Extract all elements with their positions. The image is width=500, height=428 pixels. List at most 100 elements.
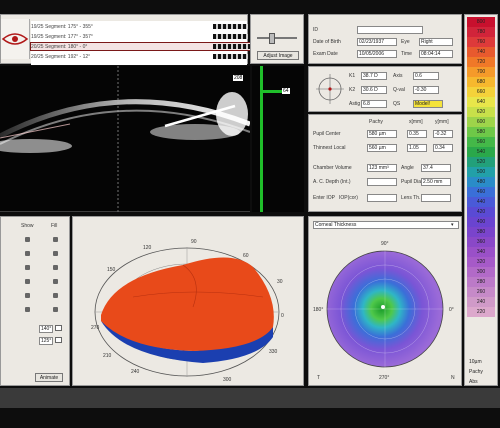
pupil-x-field[interactable]: 0.35 [407,130,427,138]
show-toggle[interactable] [25,307,30,312]
legend-swatch: 760 [467,37,495,47]
color-map-view[interactable]: Corneal Thickness ▾ 90° 180° 0° 270° T N [308,216,462,386]
rotation-x-spinner[interactable]: 140° [39,325,53,333]
k2-field[interactable]: 30.6 D [361,86,387,94]
legend-swatch: 480 [467,177,495,187]
show-toggle[interactable] [25,237,30,242]
svg-text:0°: 0° [449,307,454,313]
iop-field[interactable] [367,194,397,202]
legend-mode: Pachy [469,369,483,375]
chamber-volume-field[interactable]: 123 mm³ [367,164,397,172]
pupil-y-field[interactable]: -0.32 [433,130,453,138]
time-field[interactable]: 08:04:14 [419,50,453,58]
scheimpflug-image[interactable]: 208 [0,66,250,212]
show-toggle[interactable] [25,265,30,270]
axis-tick: 270 [91,325,100,331]
legend-swatch: 740 [467,47,495,57]
fill-toggle[interactable] [53,279,58,284]
color-scale: 800 780 760 740 720 700 680 660 640 620 600 580 560 5… [467,17,495,317]
brightness-slider[interactable] [257,37,297,39]
segment-row[interactable]: 19/25 Segment: 175° - 355° [31,23,261,30]
color-scale-legend: 800 780 760 740 720 700 680 660 640 620 600 580 560 5… [464,14,498,386]
keratometry-panel: K1 38.7 D Axis 0.6 K2 30.6 D Q-val -0.30… [308,66,462,112]
fill-toggle[interactable] [53,293,58,298]
three-d-view[interactable]: 90 120 60 150 30 0 330 270 240 300 210 [72,216,304,386]
acd-field[interactable] [367,178,397,186]
axis-tick: 30 [277,279,283,285]
segment-list-panel: 19/25 Segment: 175° - 355° 19/25 Segment: … [0,14,262,65]
qval-field[interactable]: -0.30 [413,86,439,94]
legend-swatch: 380 [467,227,495,237]
layer-options-panel: Show Fill 140° 125° Animate [0,216,70,386]
legend-swatch: 720 [467,57,495,67]
axis-tick: 210 [103,353,112,359]
eye-field[interactable]: Right [419,38,453,46]
legend-swatch: 500 [467,167,495,177]
legend-swatch: 680 [467,77,495,87]
legend-swatch: 580 [467,127,495,137]
axis-tick: 330 [269,349,278,355]
fill-toggle[interactable] [53,237,58,242]
pupil-pachy-field[interactable]: 580 µm [367,130,397,138]
scan-badge: 208 [233,75,244,81]
legend-swatch: 260 [467,287,495,297]
id-field[interactable] [357,26,423,34]
legend-swatch: 660 [467,87,495,97]
dob-field[interactable]: 02/23/1937 [357,38,397,46]
axis-tick: 240 [131,369,140,375]
legend-swatch: 640 [467,97,495,107]
axis-tick: 60 [243,253,249,259]
chevron-down-icon[interactable]: ▾ [451,222,454,228]
legend-swatch: 240 [467,297,495,307]
pupil-dia-field[interactable]: 2.50 mm [421,178,451,186]
rotation-y-stepper[interactable] [55,337,62,343]
legend-swatch: 400 [467,217,495,227]
segment-row[interactable]: 20/25 Segment: 192° - 12° [31,53,261,60]
display-type-select[interactable]: Corneal Thickness [313,221,459,229]
svg-text:N: N [451,375,455,381]
thinnest-y-field[interactable]: 0.34 [433,144,453,152]
legend-swatch: 780 [467,27,495,37]
thinnest-pachy-field[interactable]: 560 µm [367,144,397,152]
rotation-x-stepper[interactable] [55,325,62,331]
legend-swatch: 320 [467,257,495,267]
legend-swatch: 280 [467,277,495,287]
legend-swatch: 220 [467,307,495,317]
segment-row-selected[interactable]: 20/25 Segment: 180° - 0° [30,42,262,51]
legend-swatch: 560 [467,137,495,147]
animate-button[interactable]: Animate [35,373,63,382]
segment-row[interactable]: 19/25 Segment: 177° - 357° [31,33,261,40]
angle-field[interactable]: 37.4 [421,164,451,172]
fill-toggle[interactable] [53,265,58,270]
show-toggle[interactable] [25,279,30,284]
astig-field[interactable]: 6.8 [361,100,387,108]
legend-swatch: 340 [467,247,495,257]
three-d-surface: 90 120 60 150 30 0 330 270 240 300 210 [91,239,284,383]
density-badge: 64 [282,88,290,94]
rotation-y-spinner[interactable]: 125° [39,337,53,345]
density-profile: 64 [252,66,304,212]
axis-tick: 0 [281,313,284,319]
segment-rows: 19/25 Segment: 175° - 355° 19/25 Segment: … [30,21,262,65]
pachymetry-map: 90° 180° 0° 270° T N [313,241,455,381]
pachymetry-panel: Pachy x[mm] y[mm] Pupil Center 580 µm 0.… [308,114,462,212]
exam-date-field[interactable]: 10/05/2006 [357,50,397,58]
legend-swatch: 600 [467,117,495,127]
fill-toggle[interactable] [53,307,58,312]
k1-field[interactable]: 38.7 D [361,72,387,80]
svg-text:90°: 90° [381,241,389,247]
legend-unit: 10µm [469,359,482,365]
thinnest-x-field[interactable]: 1.05 [407,144,427,152]
axis-crosshair-icon [316,74,344,104]
lens-thickness-field[interactable] [421,194,451,202]
show-toggle[interactable] [25,293,30,298]
fill-toggle[interactable] [53,251,58,256]
adjust-image-button[interactable]: Adjust Image [257,51,299,60]
k1-axis-field[interactable]: 0.6 [413,72,439,80]
show-toggle[interactable] [25,251,30,256]
qs-field[interactable]: Model! [413,100,443,108]
legend-abs: Abs [469,379,478,385]
legend-swatch: 540 [467,147,495,157]
slider-thumb[interactable] [269,33,275,44]
axis-tick: 90 [191,239,197,245]
